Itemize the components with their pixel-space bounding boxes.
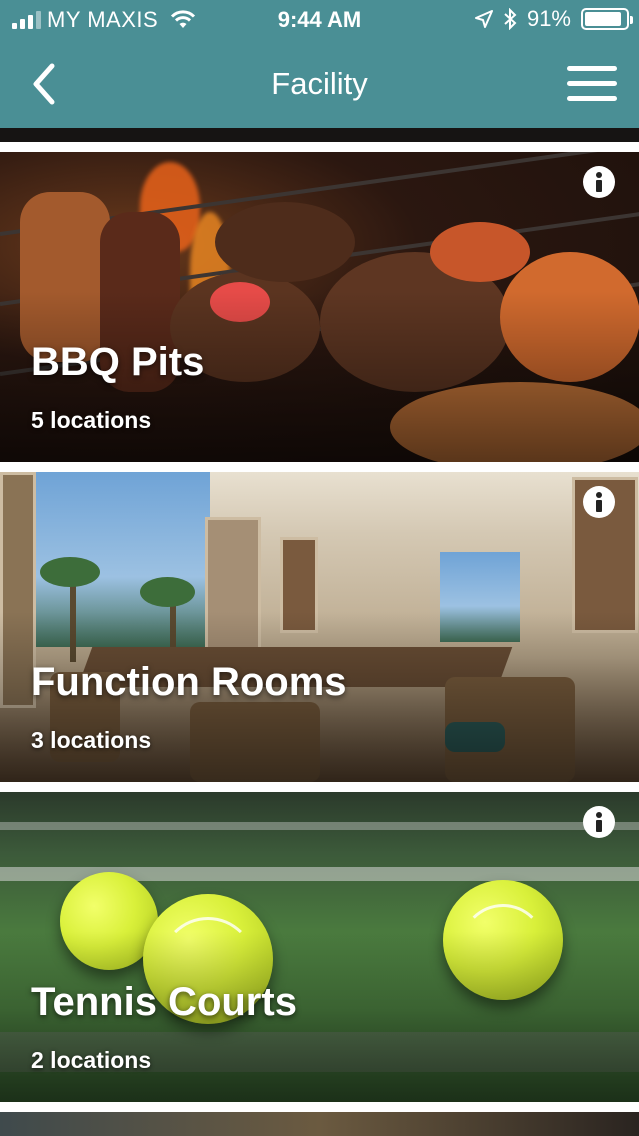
info-button[interactable] bbox=[583, 166, 615, 198]
battery-cap bbox=[630, 16, 633, 24]
battery-percent: 91% bbox=[526, 6, 571, 31]
nav-bar: Facility bbox=[0, 40, 639, 128]
next-facility-card-peek[interactable] bbox=[0, 1112, 639, 1136]
bluetooth-icon bbox=[504, 8, 517, 30]
info-icon bbox=[596, 812, 602, 818]
info-icon-stem bbox=[596, 500, 602, 512]
page-title: Facility bbox=[271, 66, 368, 101]
hamburger-menu-icon bbox=[567, 66, 617, 71]
info-icon bbox=[596, 492, 602, 498]
hamburger-line bbox=[567, 81, 617, 86]
facility-location-count: 5 locations bbox=[31, 407, 152, 433]
info-icon-stem bbox=[596, 820, 602, 832]
previous-card-edge bbox=[0, 128, 639, 142]
battery-icon bbox=[581, 8, 633, 30]
info-icon bbox=[596, 172, 602, 178]
info-button[interactable] bbox=[583, 806, 615, 838]
facility-name: BBQ Pits bbox=[31, 340, 205, 384]
app-header: MY MAXIS 9:44 AM 91% Facility bbox=[0, 0, 639, 128]
location-arrow-icon bbox=[474, 10, 493, 28]
facility-card-function-rooms[interactable]: Function Rooms 3 locations bbox=[0, 472, 639, 782]
hamburger-line bbox=[567, 96, 617, 101]
info-button[interactable] bbox=[583, 486, 615, 518]
info-icon-stem bbox=[596, 180, 602, 192]
facility-card-tennis-courts[interactable]: Tennis Courts 2 locations bbox=[0, 792, 639, 1102]
facility-location-count: 3 locations bbox=[31, 727, 152, 753]
battery-level-fill bbox=[585, 12, 622, 26]
facility-name: Tennis Courts bbox=[31, 980, 297, 1024]
facility-name: Function Rooms bbox=[31, 660, 347, 704]
status-bar: MY MAXIS 9:44 AM 91% bbox=[0, 0, 639, 40]
facility-card-bbq-pits[interactable]: BBQ Pits 5 locations bbox=[0, 152, 639, 462]
menu-button[interactable] bbox=[567, 64, 619, 104]
facility-location-count: 2 locations bbox=[31, 1047, 152, 1073]
status-right: 91% bbox=[474, 6, 633, 32]
